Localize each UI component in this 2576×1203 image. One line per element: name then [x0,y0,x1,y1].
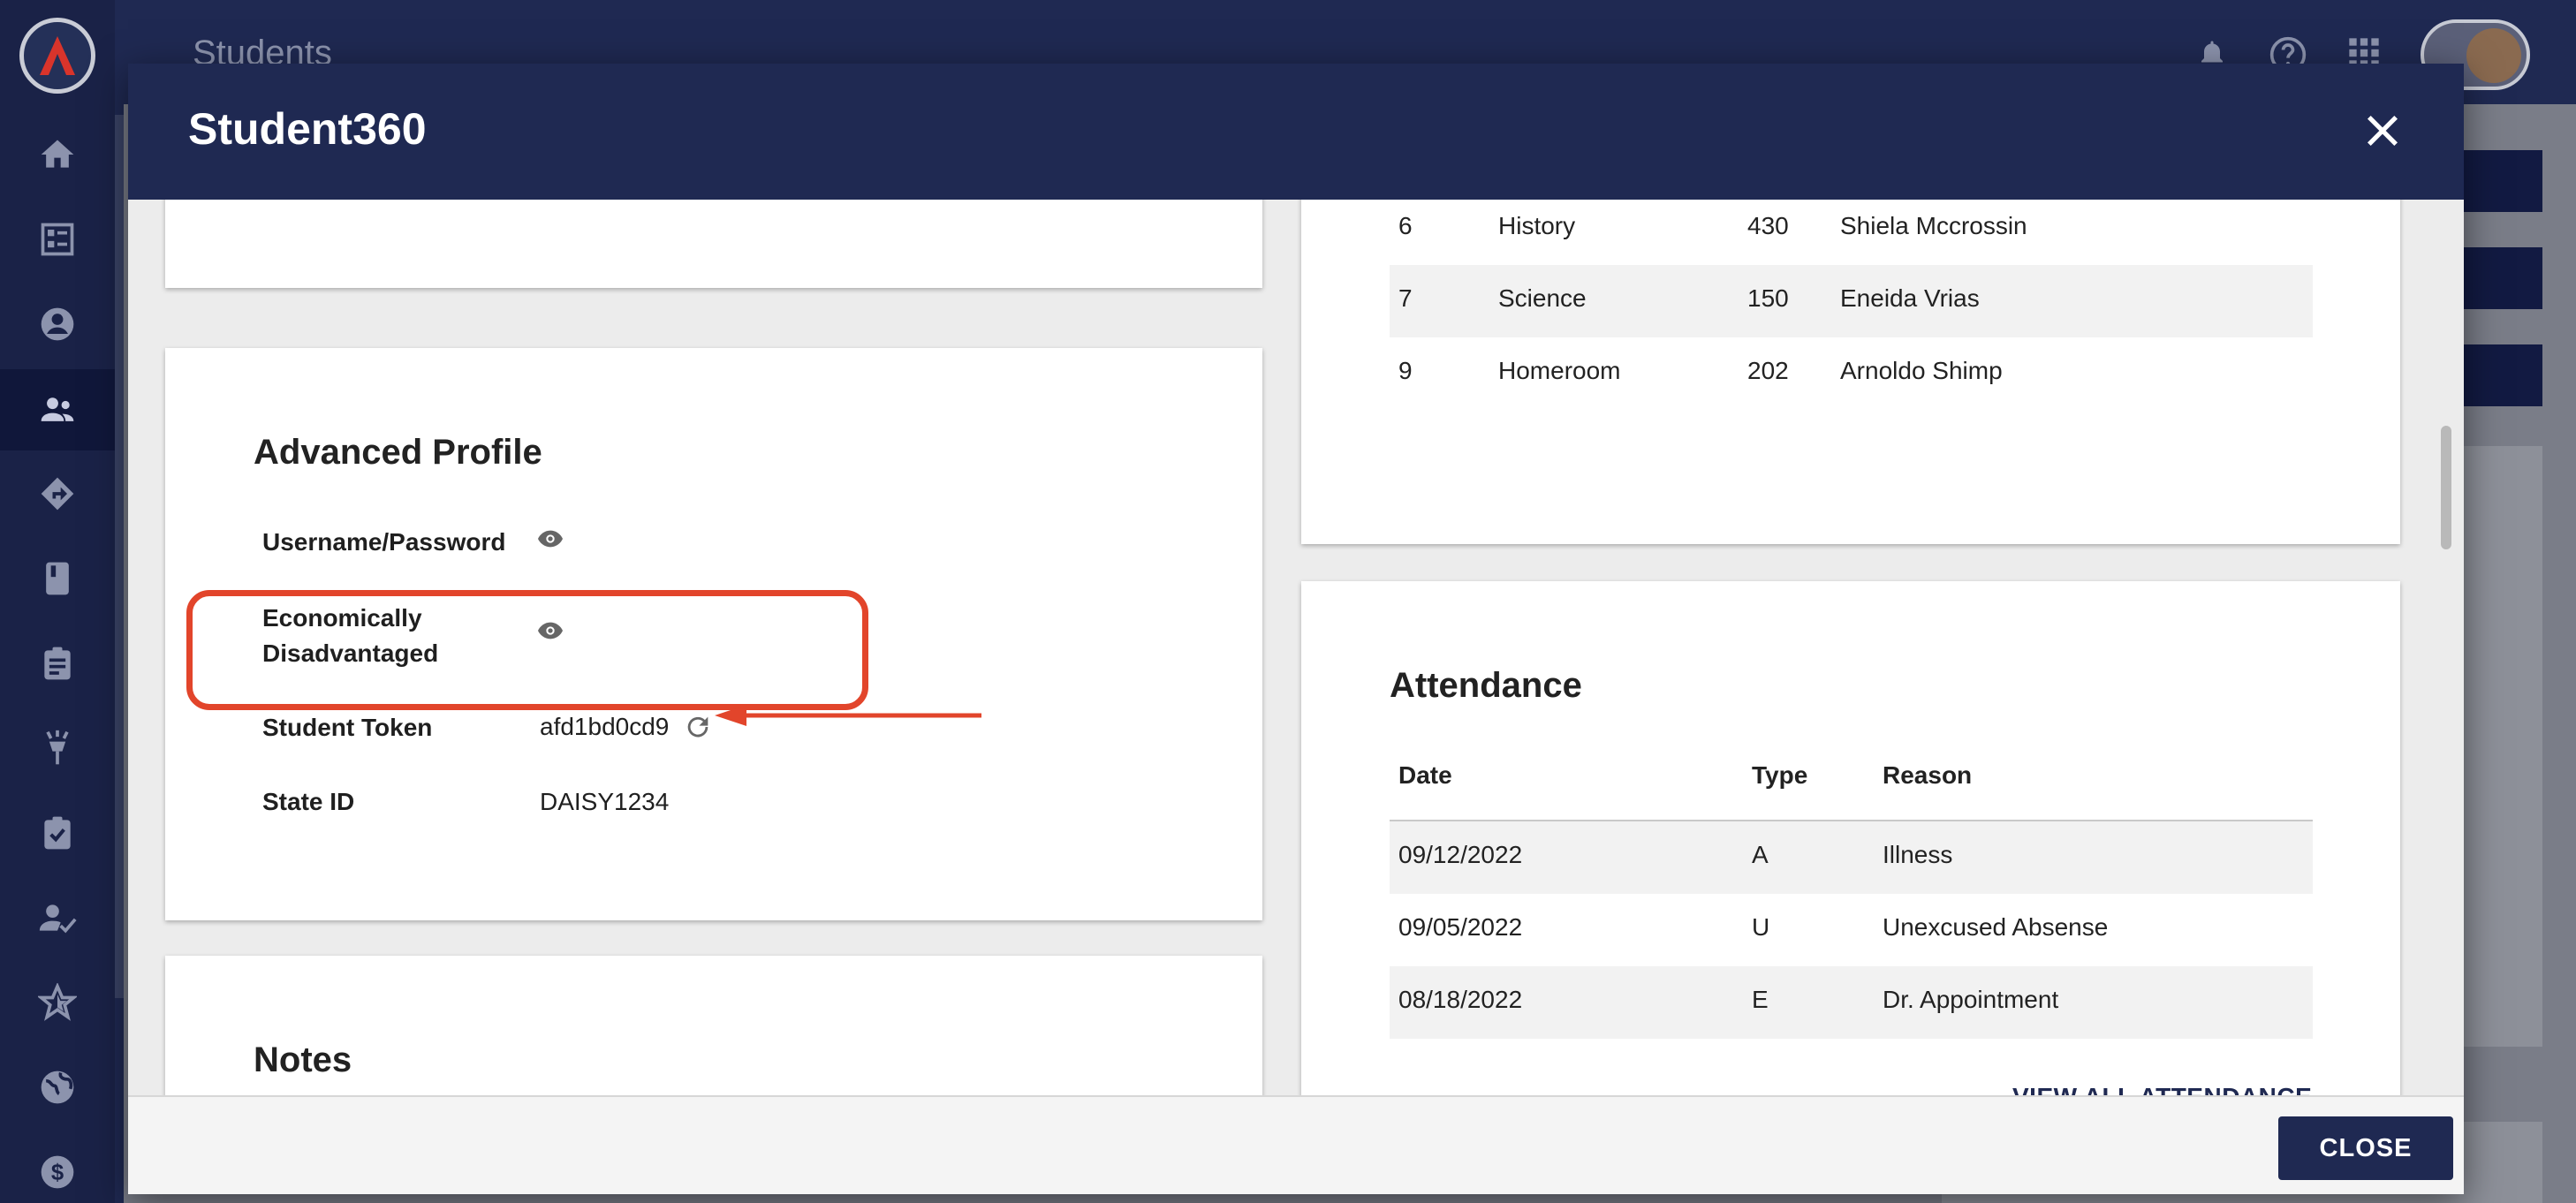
modal-header: Student360 [128,64,2464,200]
username-password-label: Username/Password [262,528,506,556]
date-column-header[interactable]: Date [1398,761,1452,790]
sidebar: $ [0,0,115,1203]
date-cell: 08/18/2022 [1398,986,1523,1013]
background-button [2463,150,2542,212]
type-cell: E [1752,986,1769,1013]
directions-icon[interactable] [30,466,85,521]
modal-title: Student360 [188,104,427,154]
student-token-value: afd1bd0cd9 [540,713,670,740]
teacher-cell: Shiela Mccrossin [1840,212,2027,239]
reason-cell: Unexcused Absense [1883,913,2109,941]
refresh-icon[interactable] [683,712,713,742]
notes-title: Notes [254,1040,352,1079]
lamp-icon[interactable] [30,721,85,776]
close-icon[interactable] [2360,108,2406,154]
background-button [2463,247,2542,309]
table-row[interactable]: 6 History 430 Shiela Mccrossin [1390,200,2313,265]
globe-icon[interactable] [30,1060,85,1115]
clipboard-icon[interactable] [30,636,85,691]
reason-cell: Illness [1883,841,1953,868]
table-row[interactable]: 08/18/2022 E Dr. Appointment [1390,966,2313,1039]
room-cell: 430 [1747,212,1789,239]
type-column-header[interactable]: Type [1752,761,1807,790]
avatar-image [2466,28,2521,83]
profile-card [165,200,1262,288]
star-icon[interactable] [30,975,85,1030]
reason-column-header[interactable]: Reason [1883,761,1972,790]
advanced-profile-title: Advanced Profile [254,433,542,472]
person-check-icon[interactable] [30,890,85,945]
modal-scrollbar[interactable] [2441,426,2451,549]
close-button[interactable]: CLOSE [2278,1116,2453,1180]
assignment-check-icon[interactable] [30,806,85,860]
table-row[interactable]: 9 Homeroom 202 Arnoldo Shimp [1390,337,2313,410]
date-cell: 09/05/2022 [1398,913,1523,941]
teacher-cell: Eneida Vrias [1840,284,1980,312]
dollar-icon[interactable]: $ [30,1145,85,1199]
attendance-title: Attendance [1390,666,1582,705]
account-circle-icon[interactable] [30,297,85,352]
people-icon[interactable] [0,369,115,450]
modal-footer: CLOSE [128,1095,2464,1194]
type-cell: U [1752,913,1770,941]
annotation-highlight-box [186,590,868,710]
table-row[interactable]: 09/05/2022 U Unexcused Absense [1390,894,2313,966]
room-cell: 202 [1747,357,1789,384]
home-icon[interactable] [30,127,85,182]
period-cell: 6 [1398,212,1413,239]
period-cell: 7 [1398,284,1413,312]
period-cell: 9 [1398,357,1413,384]
background-card [2463,446,2542,1047]
date-cell: 09/12/2022 [1398,841,1523,868]
state-id-label: State ID [262,788,355,815]
student-token-label: Student Token [262,714,433,741]
course-cell: Science [1498,284,1587,312]
state-id-value: DAISY1234 [540,788,670,815]
eye-icon[interactable] [536,525,564,553]
dashboard-icon[interactable] [30,212,85,267]
table-row[interactable]: 09/12/2022 A Illness [1390,821,2313,894]
room-cell: 150 [1747,284,1789,312]
type-cell: A [1752,841,1769,868]
background-button [2463,344,2542,406]
book-icon[interactable] [30,551,85,606]
course-cell: Homeroom [1498,357,1621,384]
student360-modal: Student360 Advanced Profile Username/Pas… [128,64,2464,1194]
svg-text:$: $ [51,1161,64,1185]
course-cell: History [1498,212,1576,239]
sidebar-scrollbar[interactable] [115,115,124,998]
annotation-arrow-icon [715,705,981,726]
table-row[interactable]: 7 Science 150 Eneida Vrias [1390,265,2313,337]
reason-cell: Dr. Appointment [1883,986,2059,1013]
teacher-cell: Arnoldo Shimp [1840,357,2003,384]
app-logo[interactable] [19,18,95,94]
